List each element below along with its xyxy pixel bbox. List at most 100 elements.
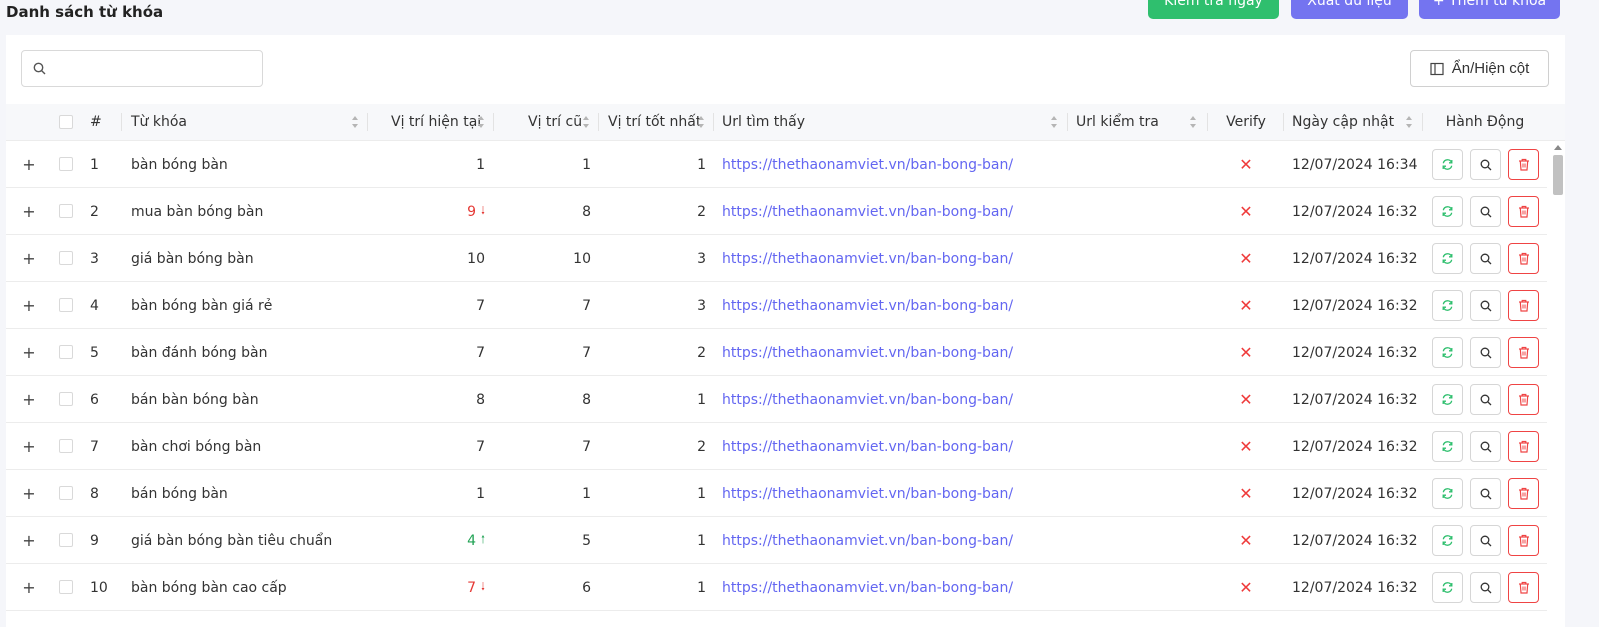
export-button[interactable]: Xuất dữ liệu (1291, 0, 1408, 19)
header-url-found[interactable]: Url tìm thấy (714, 104, 1068, 140)
expand-row-button[interactable]: + (22, 564, 35, 611)
search-icon (1480, 159, 1492, 171)
row-index: 1 (90, 156, 99, 173)
refresh-button[interactable] (1432, 337, 1463, 368)
row-checkbox[interactable] (59, 533, 73, 547)
view-button[interactable] (1470, 196, 1501, 227)
expand-row-button[interactable]: + (22, 517, 35, 564)
delete-button[interactable] (1508, 572, 1539, 603)
table-row[interactable]: +10 bàn bóng bàn cao cấp 7 🠓 6 1 https://theth… (6, 564, 1547, 611)
header-updated[interactable]: Ngày cập nhật (1284, 104, 1423, 140)
row-index: 6 (90, 391, 99, 408)
delete-button[interactable] (1508, 431, 1539, 462)
search-icon (1480, 300, 1492, 312)
refresh-button[interactable] (1432, 572, 1463, 603)
delete-button[interactable] (1508, 384, 1539, 415)
select-all-checkbox[interactable] (59, 115, 73, 129)
table-row[interactable]: +1 bàn bóng bàn 1 1 1 https://thethaonamviet.… (6, 141, 1547, 188)
old-position-cell: 10 (573, 250, 591, 267)
row-checkbox[interactable] (59, 580, 73, 594)
row-checkbox[interactable] (59, 251, 73, 265)
view-button[interactable] (1470, 525, 1501, 556)
scroll-up-arrow[interactable] (1554, 145, 1562, 150)
current-position-cell: 8 (476, 391, 485, 408)
trash-icon (1518, 393, 1530, 406)
delete-button[interactable] (1508, 337, 1539, 368)
view-button[interactable] (1470, 384, 1501, 415)
row-checkbox[interactable] (59, 204, 73, 218)
header-keyword[interactable]: Từ khóa (122, 104, 368, 140)
search-input[interactable] (54, 57, 258, 83)
refresh-button[interactable] (1432, 196, 1463, 227)
row-checkbox[interactable] (59, 298, 73, 312)
view-button[interactable] (1470, 337, 1501, 368)
expand-row-button[interactable]: + (22, 188, 35, 235)
header-current-position[interactable]: Vị trí hiện tại (368, 104, 494, 140)
table-row[interactable]: +8 bán bóng bàn 1 1 1 https://thethaonamviet.… (6, 470, 1547, 517)
delete-button[interactable] (1508, 525, 1539, 556)
expand-row-button[interactable]: + (22, 141, 35, 188)
table-row[interactable]: +9 giá bàn bóng bàn tiêu chuẩn 4 🠑 5 1 https:/… (6, 517, 1547, 564)
view-button[interactable] (1470, 243, 1501, 274)
delete-button[interactable] (1508, 149, 1539, 180)
refresh-button[interactable] (1432, 149, 1463, 180)
url-found-link[interactable]: https://thethaonamviet.vn/ban-bong-ban/ (722, 470, 1013, 517)
view-button[interactable] (1470, 478, 1501, 509)
old-position-cell: 5 (582, 532, 591, 549)
add-keyword-button[interactable]: + Thêm từ khóa (1419, 0, 1560, 19)
row-checkbox[interactable] (59, 345, 73, 359)
table-row[interactable]: +3 giá bàn bóng bàn 10 10 3 https://thethaona… (6, 235, 1547, 282)
refresh-button[interactable] (1432, 478, 1463, 509)
view-button[interactable] (1470, 149, 1501, 180)
url-found-link[interactable]: https://thethaonamviet.vn/ban-bong-ban/ (722, 235, 1013, 282)
table-row[interactable]: +7 bàn chơi bóng bàn 7 7 2 https://thethaonam… (6, 423, 1547, 470)
url-found-link[interactable]: https://thethaonamviet.vn/ban-bong-ban/ (722, 376, 1013, 423)
url-found-link[interactable]: https://thethaonamviet.vn/ban-bong-ban/ (722, 329, 1013, 376)
expand-row-button[interactable]: + (22, 470, 35, 517)
header-url-check[interactable]: Url kiểm tra (1068, 104, 1208, 140)
delete-button[interactable] (1508, 196, 1539, 227)
scroll-thumb[interactable] (1553, 155, 1563, 195)
row-index: 3 (90, 250, 99, 267)
delete-button[interactable] (1508, 243, 1539, 274)
refresh-button[interactable] (1432, 384, 1463, 415)
url-found-link[interactable]: https://thethaonamviet.vn/ban-bong-ban/ (722, 188, 1013, 235)
check-now-button[interactable]: Kiểm tra ngay (1148, 0, 1279, 19)
column-toggle-button[interactable]: Ẩn/Hiện cột (1410, 50, 1549, 87)
row-index: 4 (90, 297, 99, 314)
vertical-scrollbar[interactable] (1551, 141, 1565, 627)
table-row[interactable]: +2 mua bàn bóng bàn 9 🠓 8 2 https://thethaonam… (6, 188, 1547, 235)
expand-row-button[interactable]: + (22, 282, 35, 329)
refresh-button[interactable] (1432, 525, 1463, 556)
expand-row-button[interactable]: + (22, 423, 35, 470)
row-checkbox[interactable] (59, 486, 73, 500)
expand-row-button[interactable]: + (22, 329, 35, 376)
url-found-link[interactable]: https://thethaonamviet.vn/ban-bong-ban/ (722, 282, 1013, 329)
row-checkbox[interactable] (59, 392, 73, 406)
expand-row-button[interactable]: + (22, 235, 35, 282)
table-row[interactable]: +4 bàn bóng bàn giá rẻ 7 7 3 https://thethaon… (6, 282, 1547, 329)
view-button[interactable] (1470, 290, 1501, 321)
expand-row-button[interactable]: + (22, 376, 35, 423)
refresh-button[interactable] (1432, 290, 1463, 321)
delete-button[interactable] (1508, 478, 1539, 509)
old-position-cell: 6 (582, 579, 591, 596)
view-button[interactable] (1470, 431, 1501, 462)
refresh-button[interactable] (1432, 243, 1463, 274)
refresh-button[interactable] (1432, 431, 1463, 462)
search-box[interactable] (21, 50, 263, 87)
row-checkbox[interactable] (59, 157, 73, 171)
updated-date-cell: 12/07/2024 16:32 (1292, 579, 1418, 596)
url-found-link[interactable]: https://thethaonamviet.vn/ban-bong-ban/ (722, 564, 1013, 611)
table-row[interactable]: +5 bàn đánh bóng bàn 7 7 2 https://thethaonam… (6, 329, 1547, 376)
url-found-link[interactable]: https://thethaonamviet.vn/ban-bong-ban/ (722, 517, 1013, 564)
row-checkbox[interactable] (59, 439, 73, 453)
view-button[interactable] (1470, 572, 1501, 603)
url-found-link[interactable]: https://thethaonamviet.vn/ban-bong-ban/ (722, 141, 1013, 188)
refresh-icon (1441, 158, 1454, 171)
url-found-link[interactable]: https://thethaonamviet.vn/ban-bong-ban/ (722, 423, 1013, 470)
table-row[interactable]: +6 bán bàn bóng bàn 8 8 1 https://thethaonamv… (6, 376, 1547, 423)
header-best-position[interactable]: Vị trí tốt nhất (599, 104, 714, 140)
header-old-position[interactable]: Vị trí cũ (494, 104, 599, 140)
delete-button[interactable] (1508, 290, 1539, 321)
